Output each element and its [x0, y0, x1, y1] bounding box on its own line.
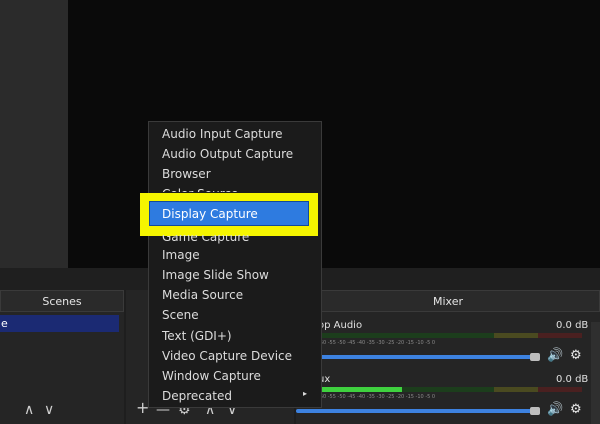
- menu-item-label: Display Capture: [162, 207, 258, 221]
- menu-item-image-slide-show[interactable]: Image Slide Show: [162, 268, 269, 282]
- audio-meter-red: [538, 387, 582, 392]
- menu-item-audio-output-capture[interactable]: Audio Output Capture: [162, 147, 293, 161]
- audio-meter-level: [318, 387, 402, 392]
- mixer-dock-title: Mixer: [296, 290, 600, 312]
- volume-slider-track[interactable]: [318, 355, 534, 359]
- channel-settings-gear-icon[interactable]: ⚙: [570, 348, 582, 363]
- scene-move-up-button[interactable]: ∧: [24, 402, 34, 418]
- channel-settings-gear-icon[interactable]: ⚙: [570, 402, 582, 417]
- menu-item-image[interactable]: Image: [162, 248, 200, 262]
- volume-slider-track[interactable]: [296, 409, 534, 413]
- scene-list-item[interactable]: e: [0, 315, 119, 332]
- menu-item-window-capture[interactable]: Window Capture: [162, 369, 261, 383]
- scene-move-down-button[interactable]: ∨: [44, 402, 54, 418]
- mixer-scrollbar[interactable]: [591, 322, 600, 424]
- menu-item-video-capture-device[interactable]: Video Capture Device: [162, 349, 292, 363]
- scenes-dock-title: Scenes: [0, 290, 124, 312]
- menu-item-browser[interactable]: Browser: [162, 167, 211, 181]
- audio-meter-red: [538, 333, 582, 338]
- menu-item-audio-input-capture[interactable]: Audio Input Capture: [162, 127, 283, 141]
- menu-item-deprecated[interactable]: Deprecated: [162, 389, 232, 403]
- mixer-channel-db: 0.0 dB: [556, 374, 589, 385]
- volume-icon[interactable]: 🔊: [547, 402, 563, 417]
- preview-left-panel: [0, 0, 68, 268]
- volume-icon[interactable]: 🔊: [547, 348, 563, 363]
- audio-meter-yellow: [494, 387, 538, 392]
- meter-tick-labels: -60 -55 -50 -45 -40 -35 -30 -25 -20 -15 …: [318, 340, 436, 346]
- volume-slider-handle[interactable]: [530, 407, 540, 415]
- add-source-context-menu: [148, 121, 322, 408]
- menu-item-text-gdi[interactable]: Text (GDI+): [162, 329, 232, 343]
- mixer-channel-db: 0.0 dB: [556, 320, 589, 331]
- menu-item-scene[interactable]: Scene: [162, 308, 199, 322]
- menu-item-media-source[interactable]: Media Source: [162, 288, 243, 302]
- submenu-arrow-icon: ▸: [303, 389, 308, 398]
- meter-tick-labels: -60 -55 -50 -45 -40 -35 -30 -25 -20 -15 …: [318, 394, 436, 400]
- mixer-channel-name: op Audio: [318, 320, 363, 331]
- audio-meter-green: [318, 333, 494, 338]
- audio-meter-yellow: [494, 333, 538, 338]
- volume-slider-handle[interactable]: [530, 353, 540, 361]
